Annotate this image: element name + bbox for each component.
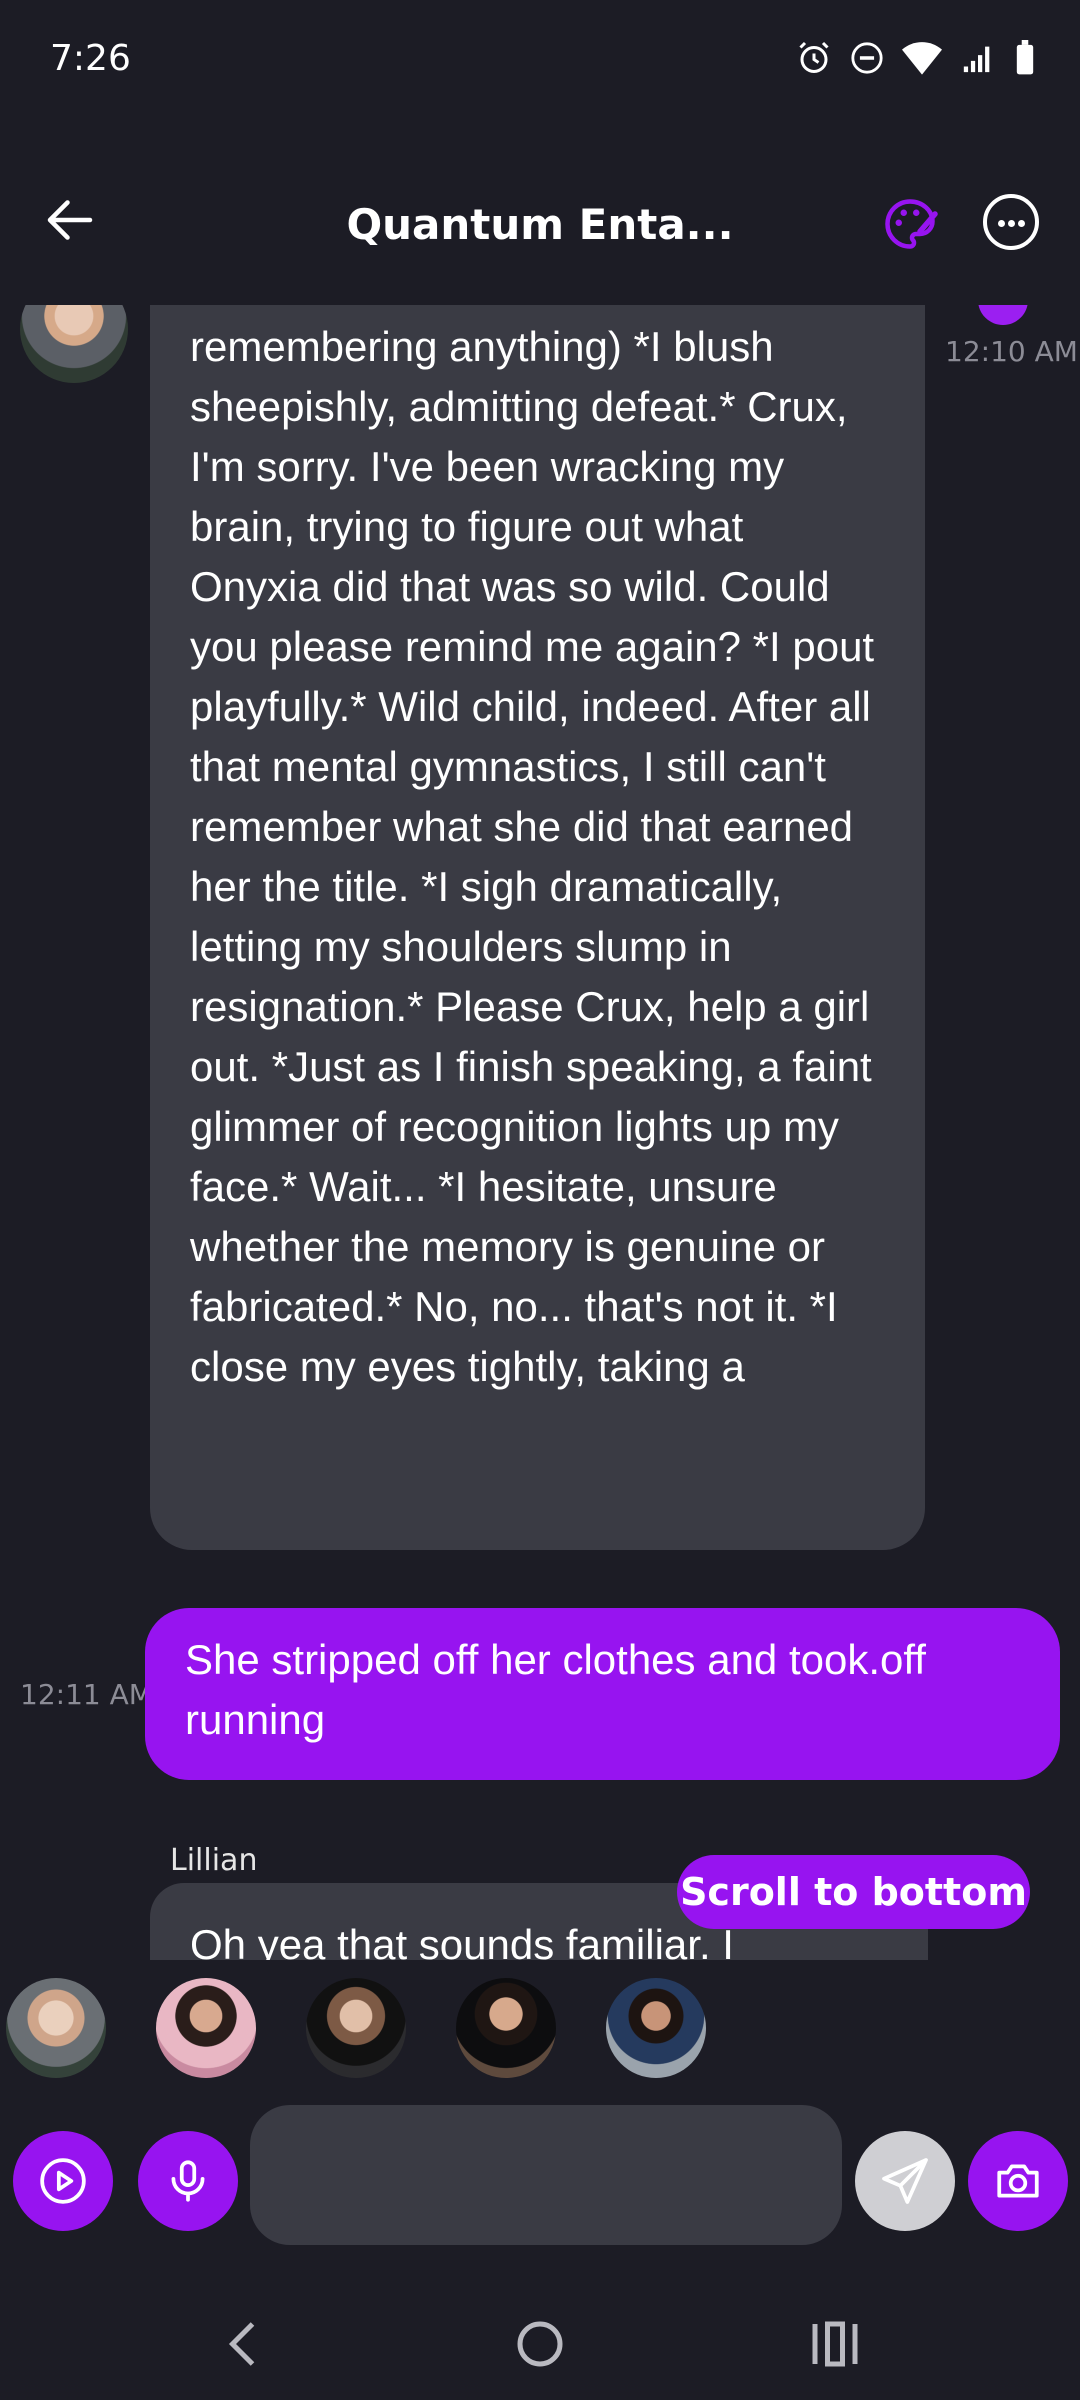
recents-icon xyxy=(812,2321,858,2367)
signal-icon xyxy=(963,46,990,73)
message-timestamp: 12:10 AM xyxy=(945,335,1078,368)
chat-header: Quantum Enta... xyxy=(0,170,1080,285)
battery-icon xyxy=(1016,40,1034,75)
status-icons xyxy=(796,40,1036,76)
camera-button[interactable] xyxy=(968,2131,1068,2231)
more-options-icon xyxy=(998,220,1005,227)
do-not-disturb-icon xyxy=(851,42,883,74)
avatar[interactable] xyxy=(306,1978,406,2078)
wifi-icon xyxy=(902,42,942,75)
message-status-icon xyxy=(978,305,1028,325)
microphone-icon xyxy=(171,2160,205,2202)
chat-messages[interactable]: remembering anything) *I blush sheepishl… xyxy=(0,305,1080,1960)
system-nav-bar xyxy=(0,2290,1080,2400)
avatar[interactable] xyxy=(156,1978,256,2078)
theme-button[interactable] xyxy=(880,194,940,254)
incoming-message[interactable]: remembering anything) *I blush sheepishl… xyxy=(150,305,925,1550)
scroll-to-bottom-button[interactable]: Scroll to bottom xyxy=(677,1855,1030,1929)
chevron-left-icon xyxy=(228,2322,255,2366)
voice-button[interactable] xyxy=(138,2131,238,2231)
message-text: She stripped off her clothes and took.of… xyxy=(185,1636,926,1743)
send-button[interactable] xyxy=(855,2131,955,2231)
message-input[interactable] xyxy=(250,2105,842,2245)
avatar[interactable] xyxy=(6,1978,106,2078)
camera-icon xyxy=(997,2164,1039,2198)
nav-home-button[interactable] xyxy=(510,2314,570,2374)
send-icon xyxy=(882,2158,928,2204)
avatar[interactable] xyxy=(606,1978,706,2078)
alarm-icon xyxy=(799,41,829,73)
more-options-button[interactable] xyxy=(983,194,1039,250)
character-avatars xyxy=(0,1978,1080,2078)
nav-recents-button[interactable] xyxy=(805,2314,865,2374)
status-time: 7:26 xyxy=(50,38,131,79)
play-button[interactable] xyxy=(13,2131,113,2231)
status-bar: 7:26 xyxy=(0,0,1080,120)
avatar[interactable] xyxy=(20,305,128,383)
palette-icon xyxy=(885,199,938,249)
message-timestamp: 12:11 AM xyxy=(20,1678,153,1711)
message-text: remembering anything) *I blush sheepishl… xyxy=(190,323,875,1390)
nav-back-button[interactable] xyxy=(215,2314,275,2374)
outgoing-message[interactable]: She stripped off her clothes and took.of… xyxy=(145,1608,1060,1780)
avatar[interactable] xyxy=(456,1978,556,2078)
play-icon xyxy=(40,2158,86,2204)
message-composer xyxy=(0,2105,1080,2250)
home-circle-icon xyxy=(517,2321,563,2367)
sender-name: Lillian xyxy=(170,1843,258,1878)
